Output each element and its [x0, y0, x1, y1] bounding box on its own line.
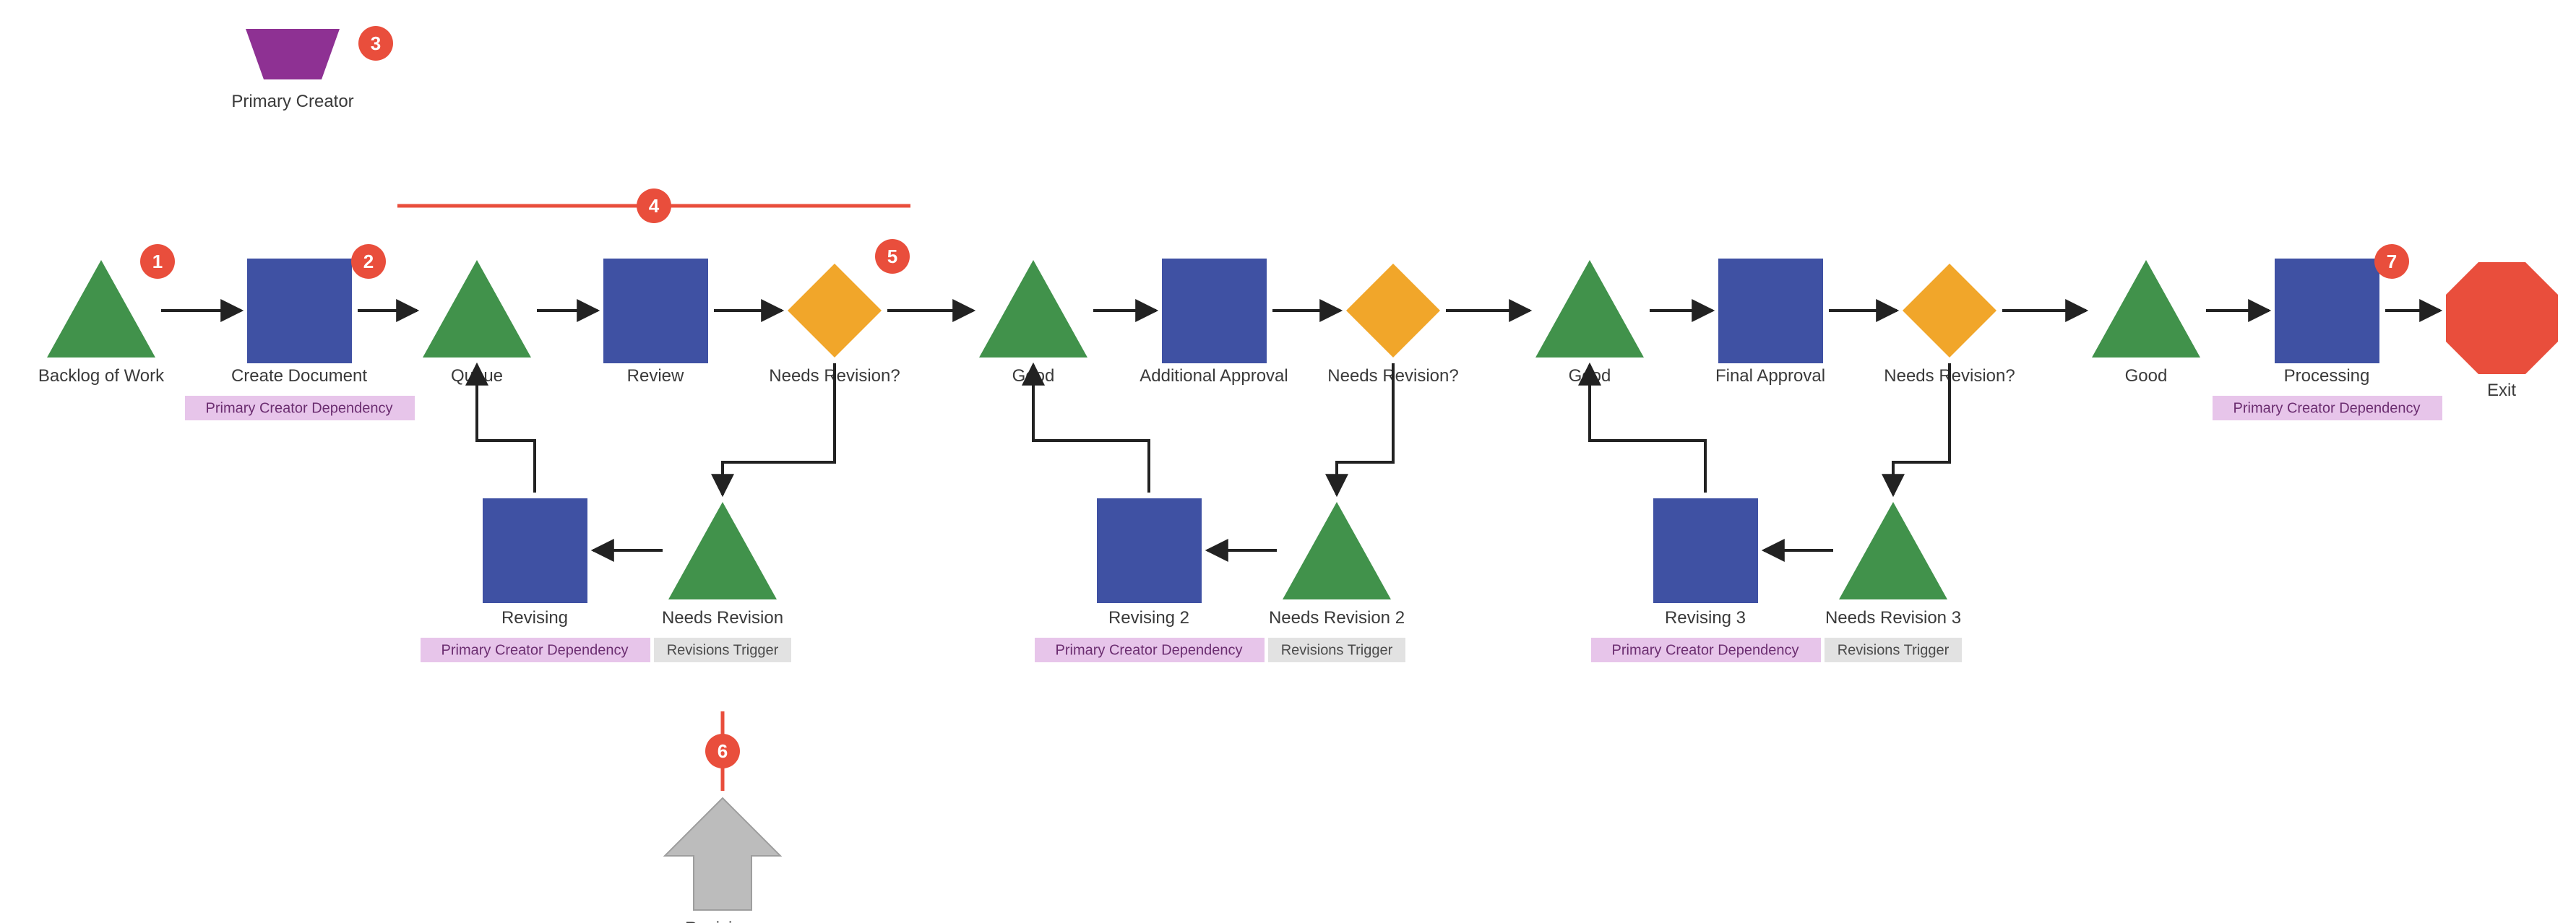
- svg-text:Needs Revision: Needs Revision: [662, 608, 783, 628]
- svg-text:Revisions Trigger: Revisions Trigger: [1281, 642, 1393, 658]
- svg-text:Primary Creator Dependency: Primary Creator Dependency: [1612, 642, 1799, 658]
- svg-text:Revising 2: Revising 2: [1108, 608, 1189, 628]
- svg-text:2: 2: [363, 251, 374, 272]
- badge-5: 5: [875, 239, 910, 274]
- node-needs-revision-1: Needs Revision Revisions Trigger: [654, 502, 791, 662]
- callout-6: 6: [705, 711, 740, 791]
- tag-primary-creator-dep-processing: Primary Creator Dependency: [2213, 396, 2442, 420]
- node-revising-3: Revising 3 Primary Creator Dependency: [1591, 498, 1821, 662]
- svg-text:Needs Revision 3: Needs Revision 3: [1825, 608, 1961, 628]
- badge-1: 1: [140, 244, 175, 279]
- svg-text:Backlog of Work: Backlog of Work: [38, 366, 165, 386]
- node-exit: Exit: [2446, 262, 2558, 400]
- revisions-input-arrow: Revisions: [665, 798, 780, 923]
- svg-text:Final Approval: Final Approval: [1715, 366, 1825, 386]
- tag-revisions-trigger-1: Revisions Trigger: [654, 638, 791, 662]
- svg-text:Revisions Trigger: Revisions Trigger: [1838, 642, 1950, 658]
- svg-text:Processing: Processing: [2284, 366, 2370, 386]
- badge-7: 7: [2374, 244, 2409, 279]
- svg-text:Revisions Trigger: Revisions Trigger: [667, 642, 779, 658]
- svg-text:3: 3: [371, 32, 381, 54]
- tag-primary-creator-dep-create: Primary Creator Dependency: [185, 396, 415, 420]
- node-good-3: Good: [2092, 260, 2200, 386]
- legend-primary-creator-label: Primary Creator: [231, 92, 353, 111]
- node-revising-1: Revising Primary Creator Dependency: [421, 498, 650, 662]
- tag-primary-creator-dep-revising1: Primary Creator Dependency: [421, 638, 650, 662]
- svg-text:Primary Creator Dependency: Primary Creator Dependency: [2233, 400, 2421, 416]
- badge-3: 3: [358, 26, 393, 61]
- node-needs-revision-2: Needs Revision 2 Revisions Trigger: [1268, 502, 1405, 662]
- node-review: Review: [603, 259, 708, 386]
- callout-4: 4: [397, 188, 910, 223]
- svg-text:6: 6: [718, 740, 728, 762]
- svg-text:Primary Creator Dependency: Primary Creator Dependency: [206, 400, 393, 416]
- svg-text:Primary Creator Dependency: Primary Creator Dependency: [441, 642, 629, 658]
- svg-text:Review: Review: [627, 366, 684, 386]
- svg-text:Create Document: Create Document: [231, 366, 367, 386]
- tag-primary-creator-dep-revising2: Primary Creator Dependency: [1035, 638, 1265, 662]
- svg-text:Primary Creator Dependency: Primary Creator Dependency: [1056, 642, 1243, 658]
- tag-revisions-trigger-3: Revisions Trigger: [1825, 638, 1962, 662]
- node-processing: Processing Primary Creator Dependency: [2213, 259, 2442, 420]
- legend-primary-creator: Primary Creator 3: [231, 26, 393, 111]
- node-backlog-of-work: Backlog of Work: [38, 260, 165, 386]
- svg-text:5: 5: [887, 246, 897, 267]
- workflow-diagram: Primary Creator 3 Backlog of Work Create…: [0, 0, 2576, 923]
- svg-text:Revising: Revising: [501, 608, 568, 628]
- node-additional-approval: Additional Approval: [1140, 259, 1288, 386]
- node-create-document: Create Document Primary Creator Dependen…: [185, 259, 415, 420]
- svg-text:Good: Good: [2125, 366, 2168, 386]
- node-needs-revision-3: Needs Revision 3 Revisions Trigger: [1825, 502, 1962, 662]
- svg-text:Needs Revision 2: Needs Revision 2: [1269, 608, 1405, 628]
- svg-text:4: 4: [649, 195, 660, 217]
- tag-primary-creator-dep-revising3: Primary Creator Dependency: [1591, 638, 1821, 662]
- tag-revisions-trigger-2: Revisions Trigger: [1268, 638, 1405, 662]
- svg-text:7: 7: [2387, 251, 2397, 272]
- svg-text:Additional Approval: Additional Approval: [1140, 366, 1288, 386]
- svg-text:Revising 3: Revising 3: [1665, 608, 1746, 628]
- badge-2: 2: [351, 244, 386, 279]
- node-final-approval: Final Approval: [1715, 259, 1825, 386]
- svg-text:Exit: Exit: [2487, 381, 2516, 400]
- svg-text:1: 1: [152, 251, 163, 272]
- node-revising-2: Revising 2 Primary Creator Dependency: [1035, 498, 1265, 662]
- svg-text:Revisions: Revisions: [685, 919, 760, 923]
